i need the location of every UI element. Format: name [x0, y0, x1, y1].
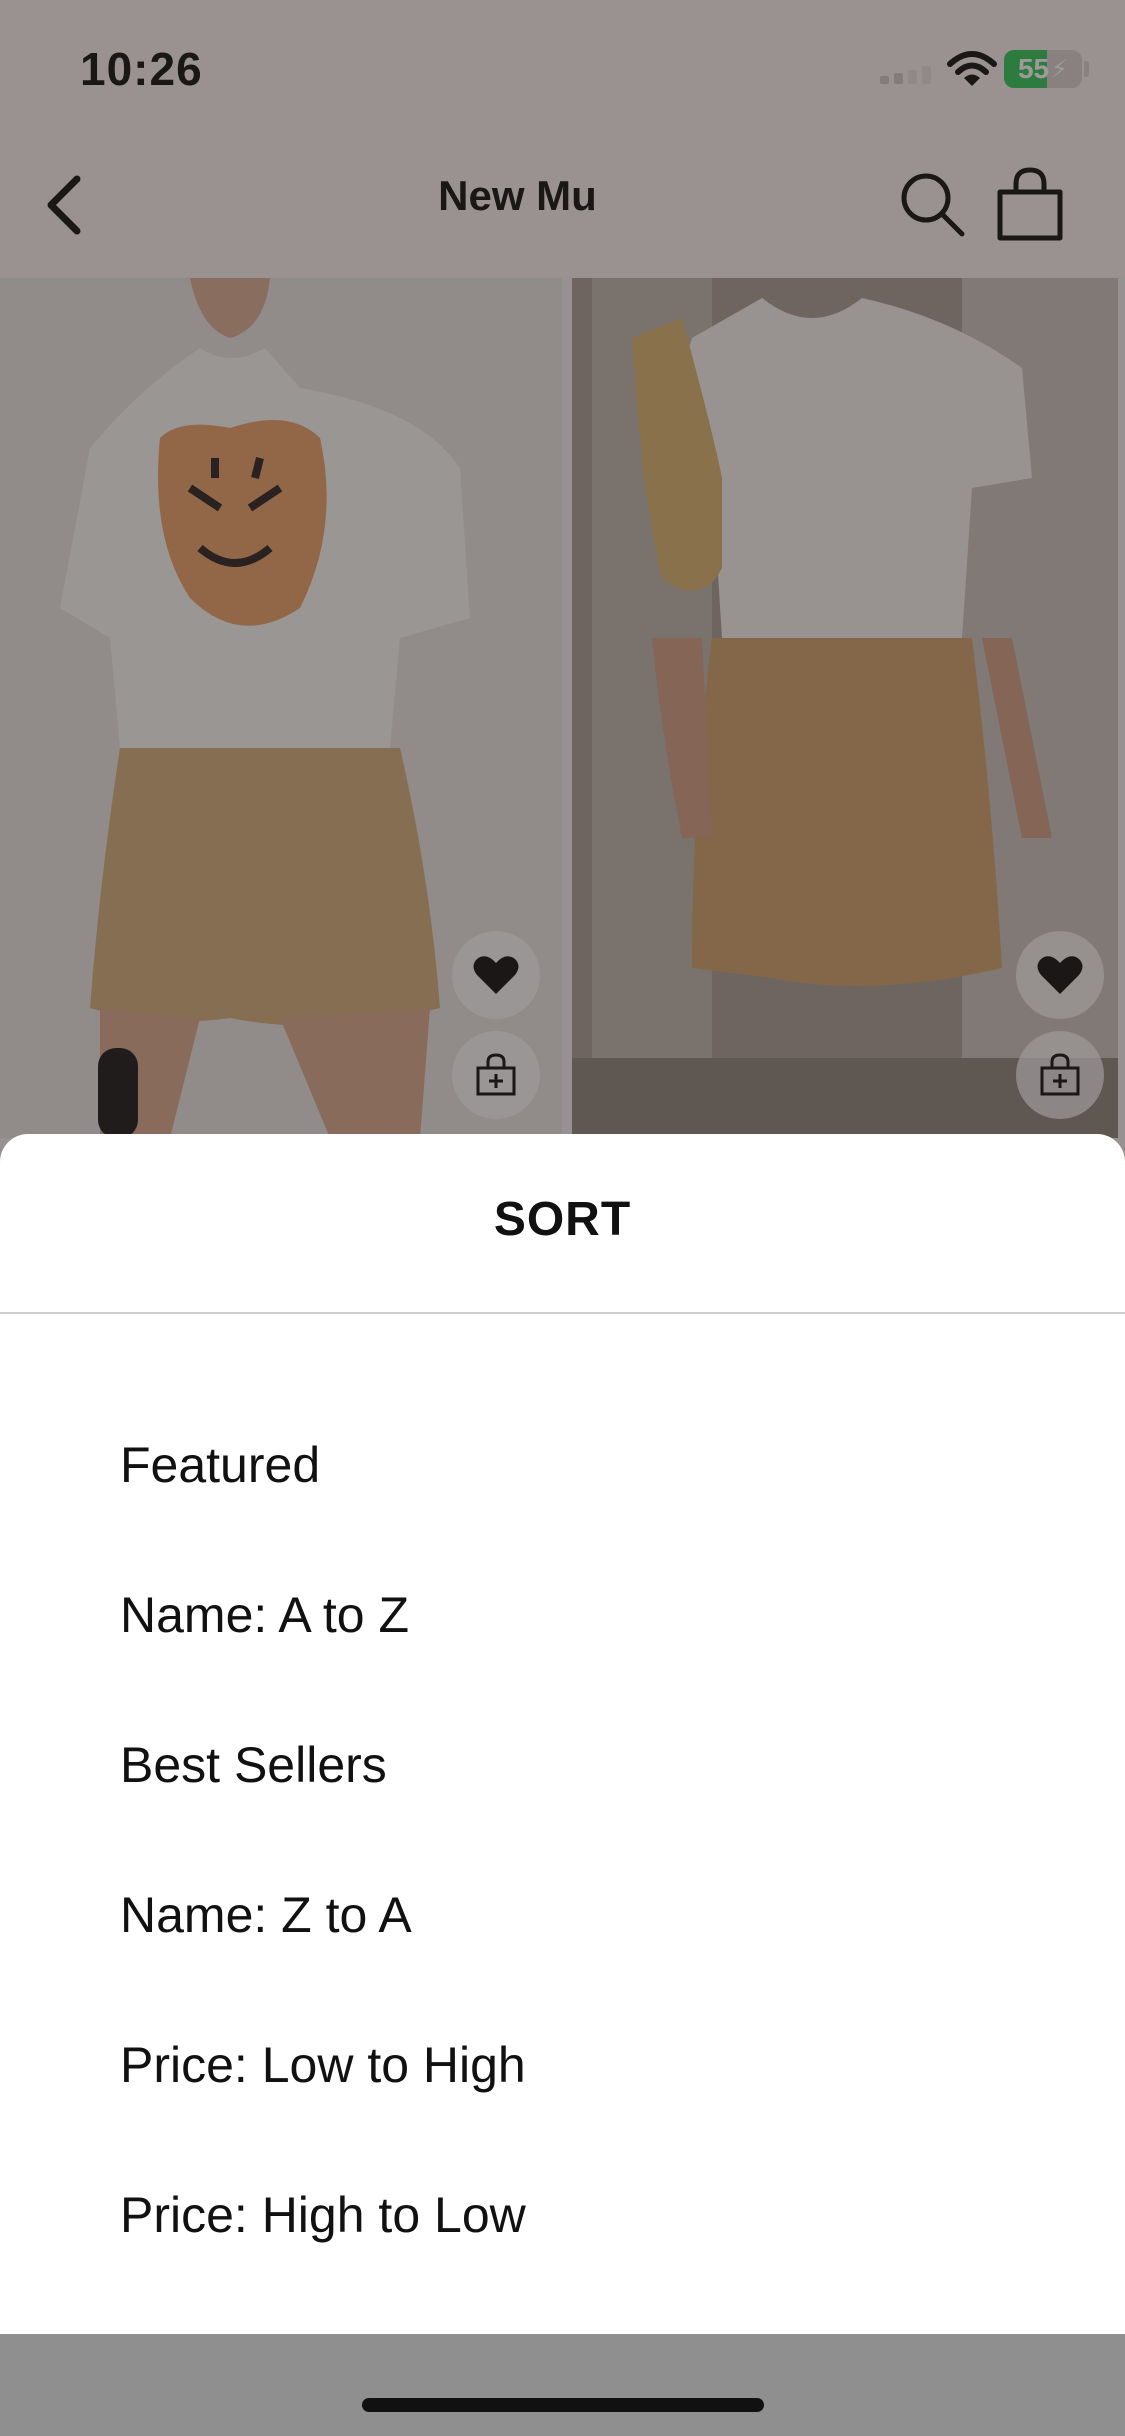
sort-sheet-title: SORT — [493, 1193, 632, 1246]
sort-option-name-z-to-a[interactable]: Name: Z to A — [120, 1860, 1020, 1970]
sort-option-featured[interactable]: Featured — [120, 1410, 1020, 1520]
sort-option-price-high-to-low[interactable]: Price: High to Low — [120, 2160, 1020, 2270]
home-indicator[interactable] — [362, 2398, 764, 2412]
divider — [0, 1312, 1125, 1314]
sort-bottom-sheet: SORT Featured Name: A to Z Best Sellers … — [0, 1134, 1125, 2334]
sort-option-best-sellers[interactable]: Best Sellers — [120, 1710, 1020, 1820]
sort-option-price-low-to-high[interactable]: Price: Low to High — [120, 2010, 1020, 2120]
sort-option-name-a-to-z[interactable]: Name: A to Z — [120, 1560, 1020, 1670]
home-indicator-area — [0, 2334, 1125, 2436]
